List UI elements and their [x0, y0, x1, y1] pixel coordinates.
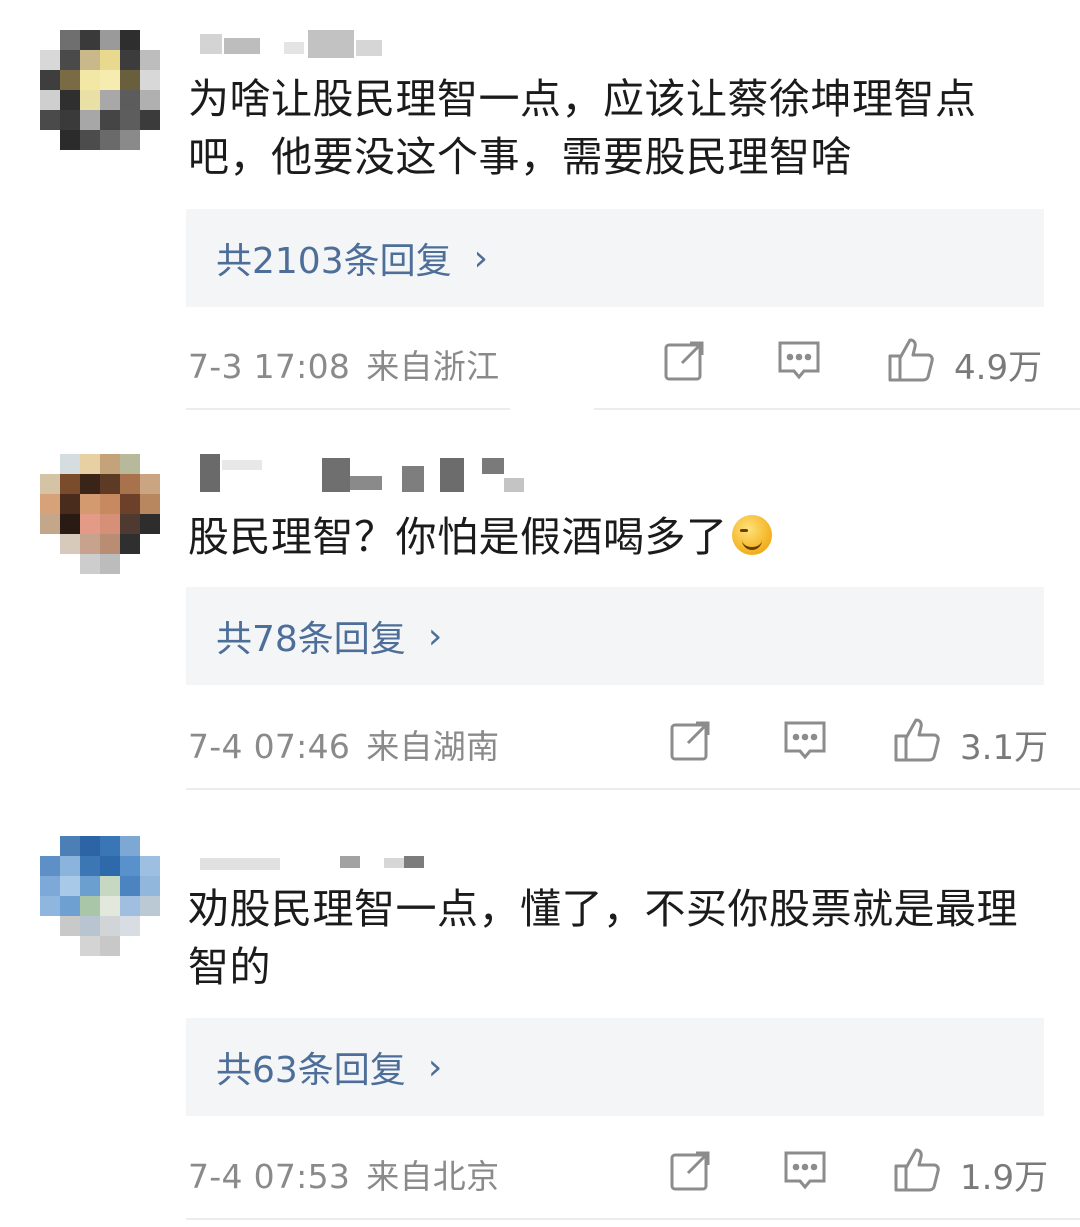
timestamp: 7-4 07:53 — [188, 1157, 351, 1196]
like-count: 3.1万 — [960, 728, 1049, 768]
view-replies-button[interactable]: 共78条回复 › — [186, 587, 1044, 685]
avatar[interactable] — [40, 454, 160, 574]
comment-meta: 7-4 07:46 来自湖南 — [188, 720, 499, 768]
avatar[interactable] — [40, 836, 160, 956]
username-blurred[interactable] — [200, 454, 524, 492]
thumbs-up-icon[interactable] — [892, 714, 942, 764]
location: 来自浙江 — [366, 347, 500, 386]
comment-meta: 7-3 17:08 来自浙江 — [188, 340, 499, 388]
comment-item: 为啥让股民理智一点，应该让蔡徐坤理智点吧，他要没这个事，需要股民理智啥 共210… — [0, 0, 1080, 410]
avatar[interactable] — [40, 30, 160, 150]
comment-text: 劝股民理智一点，懂了，不买你股票就是最理智的 — [188, 885, 1018, 991]
chevron-right-icon: › — [427, 615, 443, 657]
share-edit-icon[interactable] — [668, 1147, 714, 1193]
comment-item: 劝股民理智一点，懂了，不买你股票就是最理智的 共63条回复 › 7-4 07:5… — [0, 790, 1080, 1227]
comment-meta: 7-4 07:53 来自北京 — [188, 1150, 499, 1198]
comment-text: 股民理智？你怕是假酒喝多了 — [188, 508, 1048, 566]
replies-count-label: 共2103条回复 — [216, 241, 452, 282]
comment-text: 为啥让股民理智一点，应该让蔡徐坤理智点吧，他要没这个事，需要股民理智啥 — [188, 75, 977, 181]
divider — [186, 1218, 1080, 1220]
location: 来自湖南 — [366, 727, 500, 766]
location: 来自北京 — [366, 1157, 500, 1196]
smirk-emoji-icon — [731, 515, 772, 555]
comment-text-content: 股民理智？你怕是假酒喝多了 — [188, 513, 728, 561]
like-count: 4.9万 — [954, 348, 1043, 388]
thumbs-up-icon[interactable] — [886, 334, 936, 384]
view-replies-button[interactable]: 共2103条回复 › — [186, 209, 1044, 307]
replies-count-label: 共63条回复 — [216, 1050, 406, 1091]
share-edit-icon[interactable] — [668, 717, 714, 763]
thumbs-up-icon[interactable] — [892, 1144, 942, 1194]
view-replies-button[interactable]: 共63条回复 › — [186, 1018, 1044, 1116]
comment-bubble-icon[interactable] — [782, 717, 828, 763]
like-count: 1.9万 — [960, 1158, 1049, 1198]
comment-bubble-icon[interactable] — [782, 1147, 828, 1193]
replies-count-label: 共78条回复 — [216, 619, 406, 660]
username-blurred[interactable] — [200, 30, 520, 58]
timestamp: 7-4 07:46 — [188, 727, 351, 766]
chevron-right-icon: › — [473, 237, 489, 279]
chevron-right-icon: › — [427, 1046, 443, 1088]
comment-bubble-icon[interactable] — [776, 337, 822, 383]
timestamp: 7-3 17:08 — [188, 347, 351, 386]
share-edit-icon[interactable] — [662, 337, 708, 383]
comment-item: 股民理智？你怕是假酒喝多了 共78条回复 › 7-4 07:46 来自湖南 3.1… — [0, 410, 1080, 790]
